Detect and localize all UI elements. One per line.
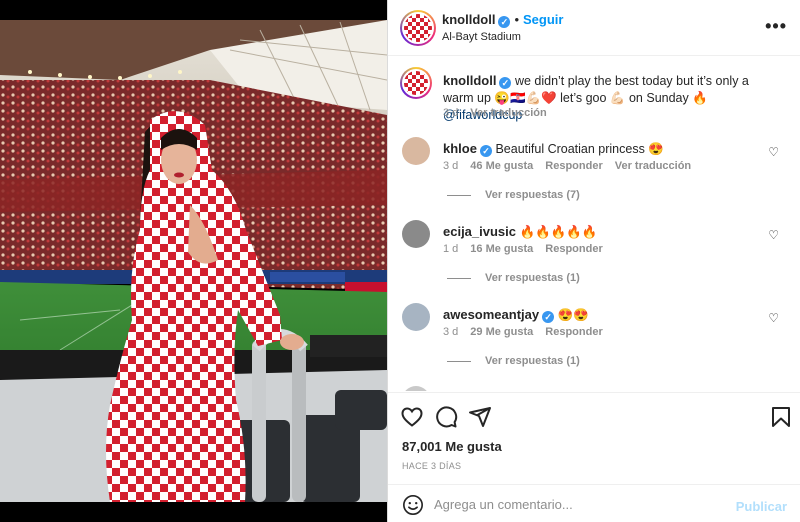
post-actions: 87,001 Me gusta HACE 3 DÍAS <box>388 392 800 480</box>
comment-meta: 1 d 16 Me gusta Responder <box>443 243 615 255</box>
comment-item <box>402 386 787 391</box>
post-timestamp[interactable]: HACE 3 DÍAS <box>402 461 461 471</box>
caption-translate-link[interactable]: Ver traducción <box>470 107 546 119</box>
comment-body: Beautiful Croatian princess 😍 <box>495 142 664 156</box>
comment-username[interactable]: ecija_ivusic <box>443 224 516 239</box>
comment-meta: 3 d 46 Me gusta Responder Ver traducción <box>443 160 703 172</box>
comment-avatar[interactable] <box>402 220 430 248</box>
comment-body: 😍😍 <box>557 308 589 322</box>
post-details-panel: knolldoll ✓ • Seguir Al-Bayt Stadium ••• kn… <box>387 0 800 522</box>
comment-likes[interactable]: 46 Me gusta <box>470 160 533 172</box>
heart-icon[interactable] <box>400 405 424 429</box>
comment-composer: Publicar <box>388 484 800 522</box>
verified-badge-icon: ✓ <box>479 145 492 157</box>
comment-text: ecija_ivusic 🔥🔥🔥🔥🔥 <box>443 223 763 241</box>
comment-time[interactable]: 3 d <box>443 326 458 338</box>
comment-translate-link[interactable]: Ver traducción <box>615 160 691 172</box>
post-header: knolldoll ✓ • Seguir Al-Bayt Stadium ••• <box>388 0 800 56</box>
comment-icon[interactable] <box>434 405 458 429</box>
post-photo-panel <box>0 0 387 522</box>
view-replies-button[interactable]: Ver respuestas (1) <box>447 355 580 367</box>
separator-dot: • <box>514 12 520 27</box>
comment-text: khloe ✓ Beautiful Croatian princess 😍 <box>443 140 763 158</box>
caption-row: knolldoll ✓ we didn’t play the best today… <box>400 67 787 129</box>
comment-likes[interactable]: 16 Me gusta <box>470 243 533 255</box>
comment-avatar[interactable] <box>402 303 430 331</box>
comment-reply-button[interactable]: Responder <box>545 243 602 255</box>
post-location[interactable]: Al-Bayt Stadium <box>442 31 521 43</box>
comment-time[interactable]: 3 d <box>443 160 458 172</box>
follow-button[interactable]: Seguir <box>523 12 563 27</box>
comment-meta: 3 d 29 Me gusta Responder <box>443 326 615 338</box>
view-replies-button[interactable]: Ver respuestas (7) <box>447 189 580 201</box>
comment-item: khloe ✓ Beautiful Croatian princess 😍 3 d… <box>402 137 787 207</box>
comment-username[interactable]: khloe <box>443 141 477 156</box>
verified-badge-icon: ✓ <box>498 16 511 28</box>
comment-reply-button[interactable]: Responder <box>545 160 602 172</box>
likes-count[interactable]: 87,001 Me gusta <box>402 439 502 454</box>
more-options-icon[interactable]: ••• <box>765 16 787 37</box>
post-photo[interactable] <box>0 20 387 502</box>
comment-reply-button[interactable]: Responder <box>545 326 602 338</box>
comment-like-heart-icon[interactable]: ♡ <box>768 228 779 242</box>
publish-button[interactable]: Publicar <box>736 499 787 514</box>
caption-username[interactable]: knolldoll <box>443 73 496 88</box>
caption-avatar[interactable] <box>400 67 432 99</box>
verified-badge-icon: ✓ <box>542 311 555 323</box>
comment-item: awesomeantjay ✓ 😍😍 3 d 29 Me gusta Responde… <box>402 303 787 373</box>
emoji-icon[interactable] <box>402 494 424 516</box>
comment-item: ecija_ivusic 🔥🔥🔥🔥🔥 1 d 16 Me gusta Respond… <box>402 220 787 290</box>
bookmark-icon[interactable] <box>769 405 793 429</box>
comments-list[interactable]: knolldoll ✓ we didn’t play the best today… <box>388 57 800 391</box>
comment-input[interactable] <box>434 494 724 514</box>
comment-avatar[interactable] <box>402 137 430 165</box>
comment-time[interactable]: 1 d <box>443 243 458 255</box>
comment-text: awesomeantjay ✓ 😍😍 <box>443 306 763 324</box>
comment-likes[interactable]: 29 Me gusta <box>470 326 533 338</box>
author-line: knolldoll ✓ • Seguir <box>442 12 563 28</box>
comment-username[interactable]: awesomeantjay <box>443 307 539 322</box>
verified-badge-icon: ✓ <box>499 77 512 89</box>
comment-body: 🔥🔥🔥🔥🔥 <box>519 225 598 239</box>
caption-time[interactable]: 3 d <box>443 107 458 119</box>
comment-avatar[interactable] <box>402 386 430 391</box>
comment-like-heart-icon[interactable]: ♡ <box>768 145 779 159</box>
send-icon[interactable] <box>468 405 492 429</box>
comment-like-heart-icon[interactable]: ♡ <box>768 311 779 325</box>
view-replies-button[interactable]: Ver respuestas (1) <box>447 272 580 284</box>
caption-meta: 3 d Ver traducción <box>443 107 559 119</box>
author-username[interactable]: knolldoll <box>442 12 495 27</box>
stadium-photo-illustration <box>0 20 387 502</box>
author-avatar[interactable] <box>400 10 436 46</box>
